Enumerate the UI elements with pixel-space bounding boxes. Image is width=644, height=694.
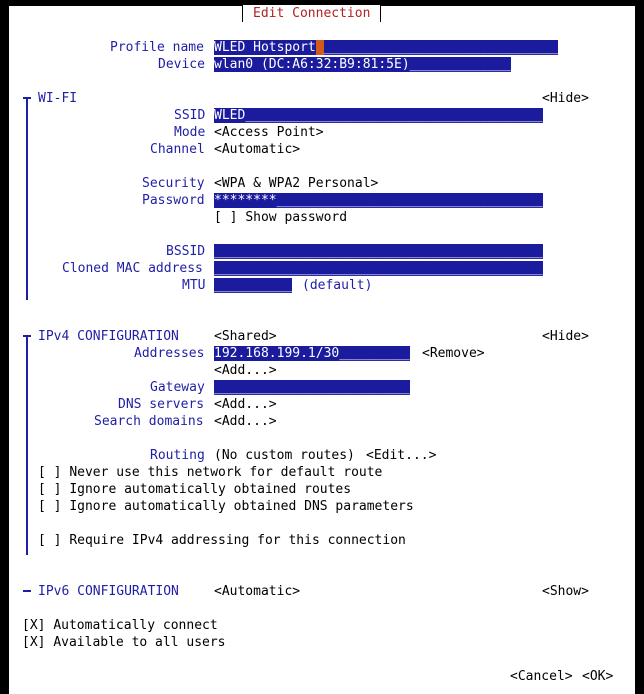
password-field[interactable]: ********________________________________…: [214, 192, 543, 209]
cancel-button[interactable]: <Cancel>: [510, 668, 573, 685]
require-ipv4-checkbox[interactable]: [ ] Require IPv4 addressing for this con…: [38, 532, 406, 549]
mtu-default-hint: (default): [302, 278, 373, 293]
wifi-section-bracket: [26, 98, 28, 300]
dialog-title: Edit Connection: [242, 5, 382, 22]
wifi-hide-button[interactable]: <Hide>: [542, 90, 589, 107]
ssid-field[interactable]: WLED____________________________________…: [214, 107, 543, 124]
channel-select[interactable]: <Automatic>: [214, 141, 300, 158]
bssid-label: BSSID: [166, 244, 206, 259]
never-default-route-checkbox[interactable]: [ ] Never use this network for default r…: [38, 464, 382, 481]
ipv6-show-button[interactable]: <Show>: [542, 583, 589, 600]
search-domains-label: Search domains: [94, 414, 204, 429]
ssid-label: SSID: [174, 108, 206, 123]
remove-address-button[interactable]: <Remove>: [422, 345, 485, 362]
profile-name-field[interactable]: WLED Hotsport___________________________…: [214, 39, 559, 56]
add-address-button[interactable]: <Add...>: [214, 362, 277, 379]
bssid-field[interactable]: ________________________________________…: [214, 243, 543, 260]
ipv4-section-bracket: [26, 336, 28, 555]
cloned-mac-label: Cloned MAC address: [62, 261, 203, 276]
mtu-field[interactable]: __________: [214, 277, 293, 294]
wifi-section-title: WI-FI: [38, 91, 78, 106]
ok-button[interactable]: <OK>: [582, 668, 613, 685]
show-password-checkbox[interactable]: [ ] Show password: [214, 209, 347, 226]
add-dns-button[interactable]: <Add...>: [214, 396, 277, 413]
add-search-domain-button[interactable]: <Add...>: [214, 413, 277, 430]
device-field[interactable]: wlan0 (DC:A6:32:B9:81:5E)_____________: [214, 56, 512, 73]
device-label: Device: [158, 57, 205, 72]
security-label: Security: [142, 176, 205, 191]
channel-label: Channel: [150, 142, 205, 157]
auto-connect-checkbox[interactable]: [X] Automatically connect: [22, 617, 218, 634]
ipv6-method-select[interactable]: <Automatic>: [214, 583, 300, 600]
mode-label: Mode: [174, 125, 206, 140]
ipv4-method-select[interactable]: <Shared>: [214, 328, 277, 345]
ipv4-hide-button[interactable]: <Hide>: [542, 328, 589, 345]
mode-select[interactable]: <Access Point>: [214, 124, 324, 141]
routing-edit-button[interactable]: <Edit...>: [366, 447, 436, 464]
ignore-routes-checkbox[interactable]: [ ] Ignore automatically obtained routes: [38, 481, 351, 498]
security-select[interactable]: <WPA & WPA2 Personal>: [214, 175, 378, 192]
all-users-checkbox[interactable]: [X] Available to all users: [22, 634, 226, 651]
gateway-field[interactable]: _________________________: [214, 379, 410, 396]
ignore-dns-checkbox[interactable]: [ ] Ignore automatically obtained DNS pa…: [38, 498, 414, 515]
mtu-label: MTU: [182, 278, 206, 293]
address-field[interactable]: 192.168.199.1/30_________: [214, 345, 410, 362]
profile-name-label: Profile name: [110, 40, 204, 55]
password-label: Password: [142, 193, 205, 208]
show-password-label: Show password: [245, 210, 348, 225]
terminal-screen: Edit Connection Profile name WLED Hotspo…: [0, 0, 644, 694]
routing-label: Routing: [150, 448, 205, 463]
ipv6-section-title: IPv6 CONFIGURATION: [38, 584, 179, 599]
ipv6-section-marker: [23, 590, 31, 592]
addresses-label: Addresses: [134, 346, 205, 361]
gateway-label: Gateway: [150, 380, 205, 395]
dns-servers-label: DNS servers: [118, 397, 205, 412]
ipv4-section-title: IPv4 CONFIGURATION: [38, 329, 179, 344]
cloned-mac-field[interactable]: ________________________________________…: [214, 260, 543, 277]
routing-value: (No custom routes): [214, 448, 355, 463]
